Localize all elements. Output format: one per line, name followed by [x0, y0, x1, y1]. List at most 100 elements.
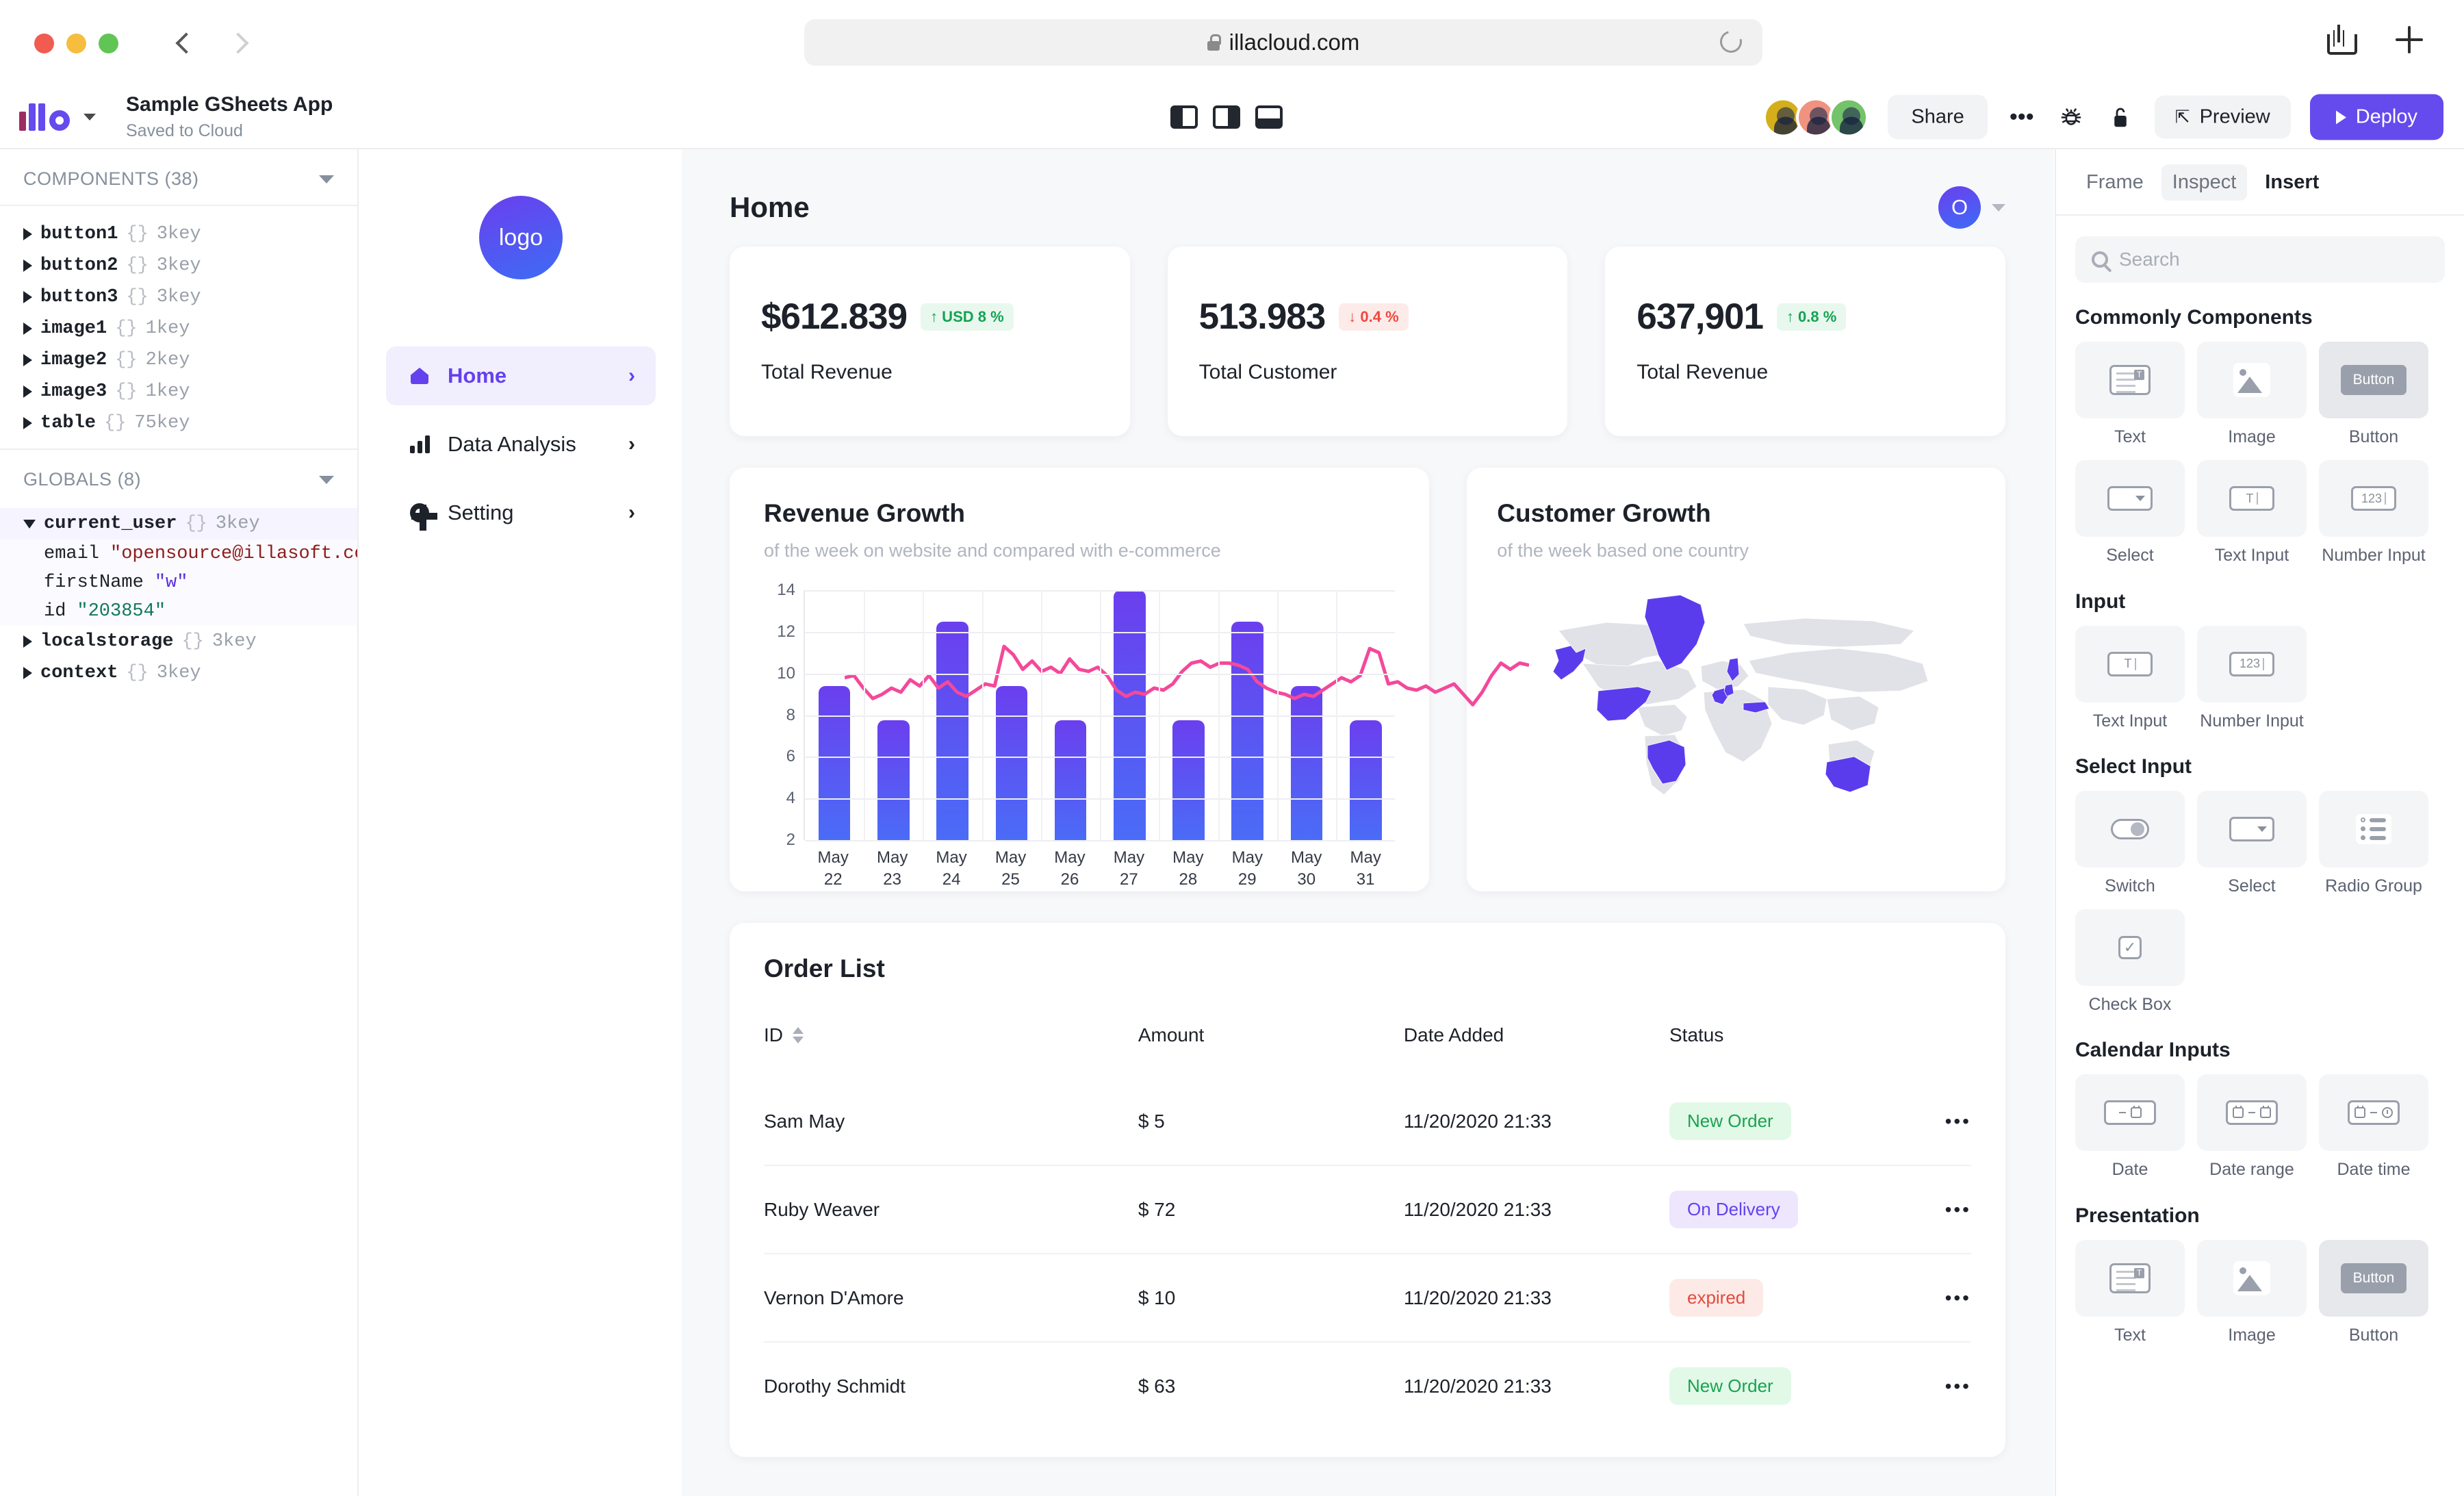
component-tile[interactable]: [2075, 342, 2185, 418]
table-row[interactable]: Dorothy Schmidt$ 6311/20/2020 21:33New O…: [764, 1342, 1971, 1430]
component-tile[interactable]: ✓: [2075, 909, 2185, 986]
row-menu-button[interactable]: •••: [1899, 1254, 1971, 1342]
expand-triangle-icon[interactable]: [23, 322, 32, 335]
column-header-date-added[interactable]: Date Added: [1404, 1012, 1669, 1078]
expand-triangle-icon[interactable]: [23, 667, 32, 679]
collapse-triangle-icon[interactable]: [23, 520, 36, 529]
address-bar[interactable]: illacloud.com: [804, 19, 1762, 66]
tree-node[interactable]: context{}3key: [0, 657, 357, 689]
chevron-down-icon[interactable]: [319, 476, 334, 484]
row-menu-button[interactable]: •••: [1899, 1165, 1971, 1254]
expand-triangle-icon[interactable]: [23, 417, 32, 429]
forward-chevron-icon[interactable]: [227, 31, 250, 55]
component-tile[interactable]: Button: [2319, 342, 2428, 418]
component-item-date[interactable]: Date: [2075, 1074, 2185, 1180]
row-menu-button[interactable]: •••: [1899, 1342, 1971, 1430]
component-item-radio-group[interactable]: Radio Group: [2319, 791, 2428, 897]
plus-icon[interactable]: [2396, 26, 2423, 53]
tree-node[interactable]: image2{}2key: [0, 344, 357, 376]
component-tile[interactable]: [2075, 1074, 2185, 1151]
components-section-header[interactable]: COMPONENTS (38): [0, 149, 357, 206]
table-row[interactable]: Vernon D'Amore$ 1011/20/2020 21:33expire…: [764, 1254, 1971, 1342]
component-item-text-input[interactable]: TText Input: [2197, 460, 2307, 566]
component-tile[interactable]: Button: [2319, 1240, 2428, 1317]
component-tile[interactable]: [2197, 1074, 2307, 1151]
layout-bottom-panel-icon[interactable]: [1255, 105, 1283, 129]
tree-node[interactable]: current_user{}3key: [0, 508, 357, 540]
expand-triangle-icon[interactable]: [23, 291, 32, 303]
chevron-down-icon[interactable]: [1992, 204, 2005, 212]
component-item-button[interactable]: ButtonButton: [2319, 1240, 2428, 1346]
avatar[interactable]: [1829, 97, 1869, 137]
sidebar-item-data-analysis[interactable]: Data Analysis ›: [386, 415, 656, 474]
column-header-id[interactable]: ID: [764, 1012, 1138, 1078]
component-tile[interactable]: T: [2075, 626, 2185, 702]
component-item-date-range[interactable]: Date range: [2197, 1074, 2307, 1180]
chevron-down-icon[interactable]: [319, 175, 334, 183]
sidebar-item-setting[interactable]: Setting ›: [386, 483, 656, 542]
tree-node[interactable]: image1{}1key: [0, 313, 357, 344]
component-item-button[interactable]: ButtonButton: [2319, 342, 2428, 448]
component-item-date-time[interactable]: Date time: [2319, 1074, 2428, 1180]
component-tile[interactable]: T: [2197, 460, 2307, 537]
row-menu-button[interactable]: •••: [1899, 1078, 1971, 1165]
component-item-select[interactable]: Select: [2197, 791, 2307, 897]
back-chevron-icon[interactable]: [172, 31, 195, 55]
tree-node[interactable]: image3{}1key: [0, 376, 357, 407]
component-tile[interactable]: [2319, 791, 2428, 867]
tree-node[interactable]: localstorage{}3key: [0, 626, 357, 657]
component-tile[interactable]: [2075, 791, 2185, 867]
expand-triangle-icon[interactable]: [23, 385, 32, 398]
expand-triangle-icon[interactable]: [23, 228, 32, 240]
sort-arrows-icon[interactable]: [793, 1027, 804, 1043]
expand-triangle-icon[interactable]: [23, 354, 32, 366]
component-tile[interactable]: [2197, 791, 2307, 867]
avatar[interactable]: O: [1938, 186, 1981, 229]
component-item-number-input[interactable]: 123Number Input: [2319, 460, 2428, 566]
tree-node[interactable]: button3{}3key: [0, 281, 357, 313]
close-window-button[interactable]: [34, 34, 54, 53]
component-tile[interactable]: [2197, 342, 2307, 418]
tab-inspect[interactable]: Inspect: [2161, 164, 2248, 201]
share-button[interactable]: Share: [1888, 95, 1987, 140]
component-item-select[interactable]: Select: [2075, 460, 2185, 566]
maximize-window-button[interactable]: [99, 34, 118, 53]
component-tile[interactable]: [2197, 1240, 2307, 1317]
component-tile[interactable]: 123: [2319, 460, 2428, 537]
component-item-text[interactable]: Text: [2075, 342, 2185, 448]
component-tile[interactable]: 123: [2197, 626, 2307, 702]
expand-triangle-icon[interactable]: [23, 259, 32, 272]
component-tile[interactable]: [2075, 1240, 2185, 1317]
column-header-status[interactable]: Status: [1669, 1012, 1899, 1078]
search-input[interactable]: Search: [2075, 236, 2445, 283]
tree-node[interactable]: button1{}3key: [0, 218, 357, 250]
component-item-text-input[interactable]: TText Input: [2075, 626, 2185, 732]
component-item-number-input[interactable]: 123Number Input: [2197, 626, 2307, 732]
chevron-down-icon[interactable]: [84, 114, 96, 121]
component-item-check-box[interactable]: ✓Check Box: [2075, 909, 2185, 1015]
minimize-window-button[interactable]: [66, 34, 86, 53]
sidebar-item-home[interactable]: Home ›: [386, 346, 656, 405]
table-row[interactable]: Ruby Weaver$ 7211/20/2020 21:33On Delive…: [764, 1165, 1971, 1254]
tab-insert[interactable]: Insert: [2254, 164, 2330, 201]
component-tile[interactable]: [2319, 1074, 2428, 1151]
layout-left-panel-icon[interactable]: [1170, 105, 1198, 129]
more-options-icon[interactable]: •••: [2007, 102, 2037, 132]
component-item-image[interactable]: Image: [2197, 342, 2307, 448]
tree-node[interactable]: table{}75key: [0, 407, 357, 439]
layout-right-panel-icon[interactable]: [1213, 105, 1240, 129]
component-tile[interactable]: [2075, 460, 2185, 537]
tree-node[interactable]: button2{}3key: [0, 250, 357, 281]
table-row[interactable]: Sam May$ 511/20/2020 21:33New Order•••: [764, 1078, 1971, 1165]
component-item-switch[interactable]: Switch: [2075, 791, 2185, 897]
brand-logo-area[interactable]: [19, 103, 96, 131]
preview-button[interactable]: ⇱ Preview: [2155, 96, 2291, 139]
tab-frame[interactable]: Frame: [2075, 164, 2155, 201]
globals-section-header[interactable]: GLOBALS (8): [0, 450, 357, 505]
reload-icon[interactable]: [1716, 27, 1746, 57]
share-icon[interactable]: [2327, 25, 2352, 55]
column-header-amount[interactable]: Amount: [1138, 1012, 1404, 1078]
expand-triangle-icon[interactable]: [23, 635, 32, 648]
component-item-image[interactable]: Image: [2197, 1240, 2307, 1346]
bug-icon[interactable]: [2056, 102, 2086, 132]
